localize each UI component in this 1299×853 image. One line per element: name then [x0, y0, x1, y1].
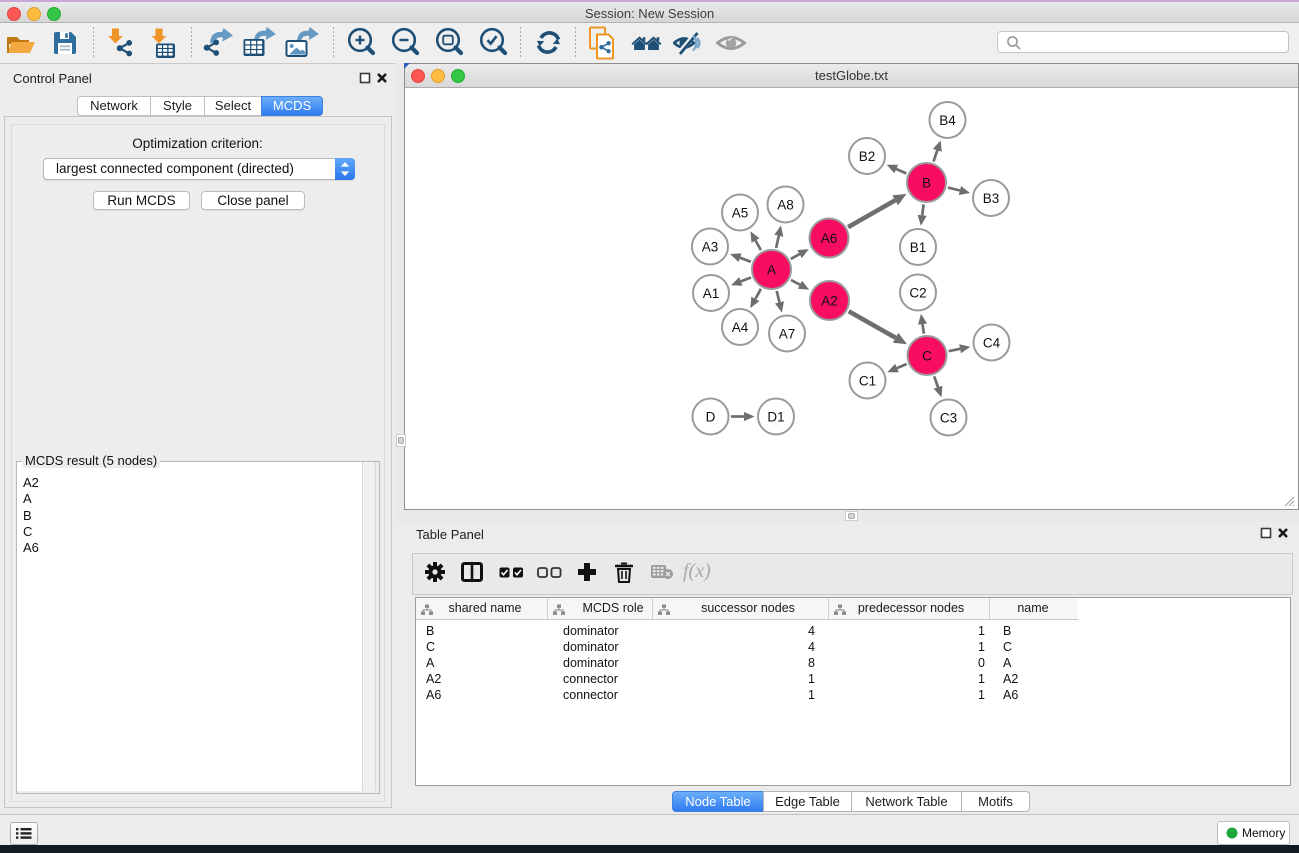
svg-text:A7: A7 — [779, 326, 796, 341]
svg-text:C1: C1 — [859, 373, 876, 388]
svg-text:C: C — [922, 348, 932, 363]
svg-text:A3: A3 — [702, 239, 719, 254]
svg-text:C4: C4 — [983, 335, 1001, 350]
svg-text:A8: A8 — [777, 197, 794, 212]
svg-text:D: D — [706, 409, 716, 424]
svg-text:B: B — [922, 175, 931, 190]
svg-text:A5: A5 — [732, 205, 749, 220]
svg-text:A6: A6 — [821, 231, 838, 246]
svg-text:A: A — [767, 262, 776, 277]
svg-text:C3: C3 — [940, 410, 957, 425]
svg-text:B4: B4 — [939, 113, 956, 128]
svg-text:B1: B1 — [910, 240, 927, 255]
svg-text:A2: A2 — [821, 293, 838, 308]
svg-text:B3: B3 — [983, 191, 1000, 206]
svg-text:A4: A4 — [732, 320, 749, 335]
svg-text:C2: C2 — [909, 285, 926, 300]
svg-text:D1: D1 — [767, 409, 784, 424]
svg-text:B2: B2 — [859, 149, 876, 164]
svg-text:A1: A1 — [703, 286, 720, 301]
